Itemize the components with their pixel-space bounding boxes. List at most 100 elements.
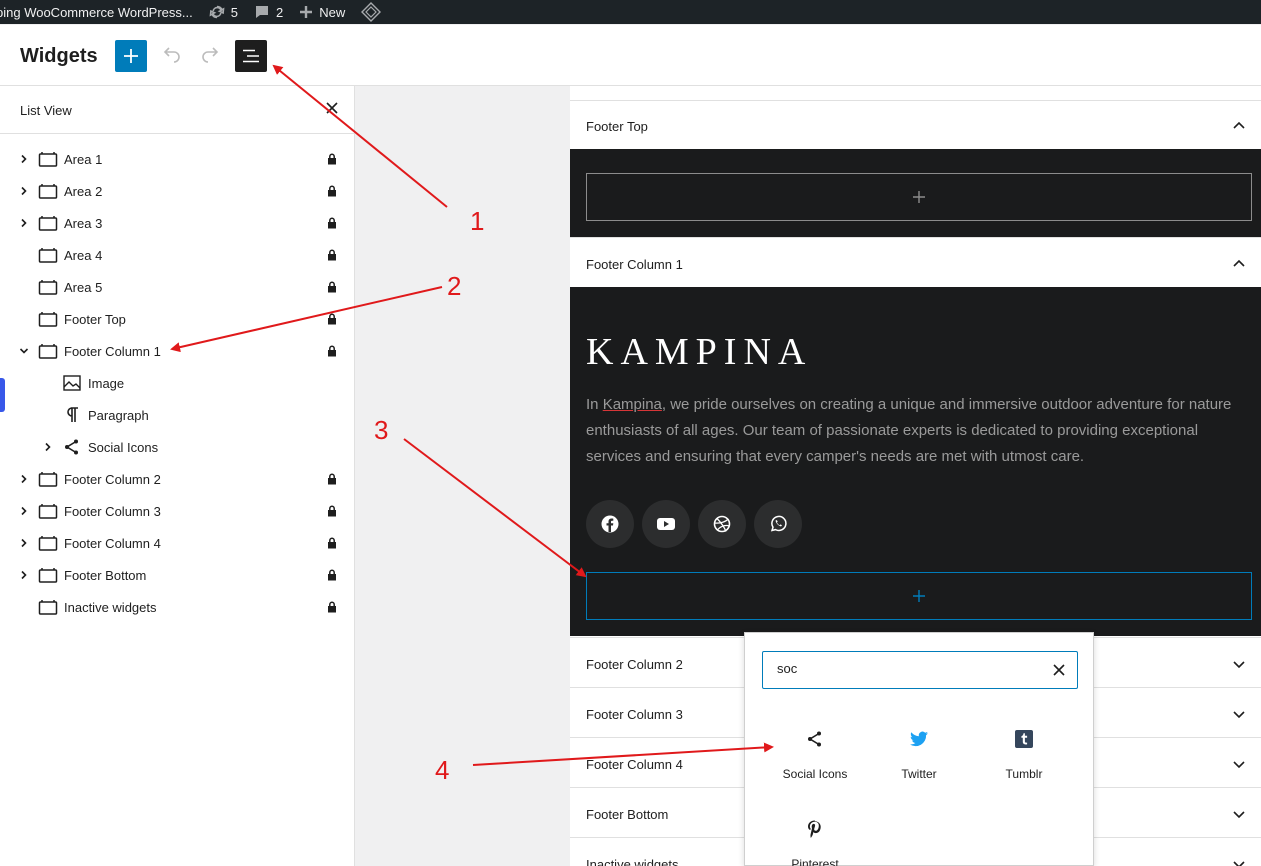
twitter-icon xyxy=(910,731,928,747)
social-link-whatsapp[interactable] xyxy=(754,500,802,548)
list-view-item-footer-column-4[interactable]: Footer Column 4 xyxy=(0,527,355,559)
chevron-right-icon[interactable] xyxy=(19,218,29,228)
footer-top-panel-header[interactable]: Footer Top xyxy=(570,100,1261,149)
block-option-label: Twitter xyxy=(901,767,937,781)
close-icon[interactable] xyxy=(1053,664,1065,676)
list-view-item-area-4[interactable]: Area 4 xyxy=(0,239,355,271)
paragraph-text-before: In xyxy=(586,396,603,413)
comments-count: 2 xyxy=(276,4,284,20)
list-view-item-label: Area 4 xyxy=(64,248,103,263)
chevron-right-icon[interactable] xyxy=(19,570,29,580)
redo-button[interactable] xyxy=(198,43,222,67)
list-view-item-label: Footer Column 4 xyxy=(64,536,161,551)
undo-button[interactable] xyxy=(160,43,184,67)
list-view-item-label: Footer Column 1 xyxy=(64,344,161,359)
chevron-right-icon[interactable] xyxy=(19,474,29,484)
widget-area-icon xyxy=(38,344,58,359)
lock-icon xyxy=(328,601,336,613)
block-option-twitter[interactable]: Twitter xyxy=(869,729,969,793)
diamond-icon xyxy=(361,2,382,22)
list-view-item-area-2[interactable]: Area 2 xyxy=(0,175,355,207)
paragraph-icon xyxy=(67,407,78,422)
chevron-right-icon[interactable] xyxy=(19,538,29,548)
footer-paragraph[interactable]: In Kampina, we pride ourselves on creati… xyxy=(586,392,1256,470)
close-icon[interactable] xyxy=(325,101,339,115)
new-content-link[interactable]: New xyxy=(299,5,345,20)
chevron-down-icon[interactable] xyxy=(1232,707,1246,721)
list-view-item-label: Area 3 xyxy=(64,216,103,231)
list-view-icon xyxy=(243,49,259,63)
lock-icon xyxy=(328,569,336,581)
pinterest-icon xyxy=(808,820,821,838)
list-view-item-footer-column-2[interactable]: Footer Column 2 xyxy=(0,463,355,495)
block-option-pinterest[interactable]: Pinterest xyxy=(765,819,865,866)
updates-link[interactable]: 5 xyxy=(209,4,238,20)
list-view-item-paragraph[interactable]: Paragraph xyxy=(0,399,355,431)
block-appender[interactable] xyxy=(586,572,1252,620)
chevron-down-icon[interactable] xyxy=(1232,807,1246,821)
list-view-item-label: Footer Column 3 xyxy=(64,504,161,519)
list-view-item-label: Area 2 xyxy=(64,184,103,199)
lock-icon xyxy=(328,473,336,485)
chevron-right-icon[interactable] xyxy=(19,154,29,164)
widget-area-icon xyxy=(38,312,58,327)
chevron-up-icon[interactable] xyxy=(1232,257,1246,271)
list-view-item-area-1[interactable]: Area 1 xyxy=(0,143,355,175)
block-option-social-icons[interactable]: Social Icons xyxy=(765,729,865,793)
widget-area-icon xyxy=(38,248,58,263)
chevron-down-icon[interactable] xyxy=(19,346,29,356)
list-view-item-footer-column-3[interactable]: Footer Column 3 xyxy=(0,495,355,527)
social-link-dribbble[interactable] xyxy=(698,500,746,548)
footer-column-1-panel-header[interactable]: Footer Column 1 xyxy=(570,237,1261,287)
widget-area-icon xyxy=(38,184,58,199)
social-link-youtube[interactable] xyxy=(642,500,690,548)
chevron-right-icon[interactable] xyxy=(43,442,53,452)
annotation-number-3: 3 xyxy=(374,415,389,445)
chevron-down-icon[interactable] xyxy=(1232,657,1246,671)
panel-title: Footer Bottom xyxy=(586,807,669,822)
widget-area-icon xyxy=(38,568,58,583)
list-view-item-footer-top[interactable]: Footer Top xyxy=(0,303,355,335)
list-view-item-area-5[interactable]: Area 5 xyxy=(0,271,355,303)
annotation-number-1: 1 xyxy=(470,206,485,236)
list-view-item-area-3[interactable]: Area 3 xyxy=(0,207,355,239)
list-view-item-footer-bottom[interactable]: Footer Bottom xyxy=(0,559,355,591)
list-view-item-image[interactable]: Image xyxy=(0,367,355,399)
list-view-item-label: Image xyxy=(88,376,125,391)
quick-inserter-popover: Social Icons Twitter Tumblr Pinterest xyxy=(744,632,1094,866)
list-view-header: List View xyxy=(0,86,354,134)
block-option-tumblr[interactable]: Tumblr xyxy=(974,729,1074,793)
image-icon xyxy=(63,375,81,391)
widget-area-icon xyxy=(38,536,58,551)
comment-icon xyxy=(256,6,268,18)
list-view-item-label: Footer Top xyxy=(64,312,126,327)
social-link-facebook[interactable] xyxy=(586,500,634,548)
list-view-title: List View xyxy=(20,103,72,118)
lock-icon xyxy=(328,249,336,261)
chevron-up-icon[interactable] xyxy=(1232,119,1246,133)
lock-icon xyxy=(328,345,336,357)
block-search-input[interactable] xyxy=(777,661,1037,676)
add-block-button[interactable] xyxy=(115,40,147,72)
plugin-menu[interactable] xyxy=(361,2,382,22)
chevron-right-icon[interactable] xyxy=(19,186,29,196)
tumblr-icon xyxy=(1015,730,1033,748)
lock-icon xyxy=(328,185,336,197)
brand-logo-image[interactable]: KAMPINA xyxy=(586,330,812,374)
site-name-link[interactable]: ping WooCommerce WordPress... xyxy=(0,5,193,20)
list-view-item-inactive-widgets[interactable]: Inactive widgets xyxy=(0,591,355,623)
chevron-down-icon[interactable] xyxy=(1232,857,1246,866)
list-view-button[interactable] xyxy=(235,40,267,72)
widget-area-icon xyxy=(38,600,58,615)
chevron-right-icon[interactable] xyxy=(19,506,29,516)
list-view-item-social-icons[interactable]: Social Icons xyxy=(0,431,355,463)
share-icon xyxy=(65,439,78,455)
list-view-item-footer-column-1[interactable]: Footer Column 1 xyxy=(0,335,355,367)
chevron-down-icon[interactable] xyxy=(1232,757,1246,771)
dribbble-icon xyxy=(713,515,731,533)
block-search xyxy=(762,651,1078,689)
panel-title: Footer Column 2 xyxy=(586,657,683,672)
list-view-item-label: Footer Column 2 xyxy=(64,472,161,487)
comments-link[interactable]: 2 xyxy=(254,4,283,20)
block-appender[interactable] xyxy=(586,173,1252,221)
